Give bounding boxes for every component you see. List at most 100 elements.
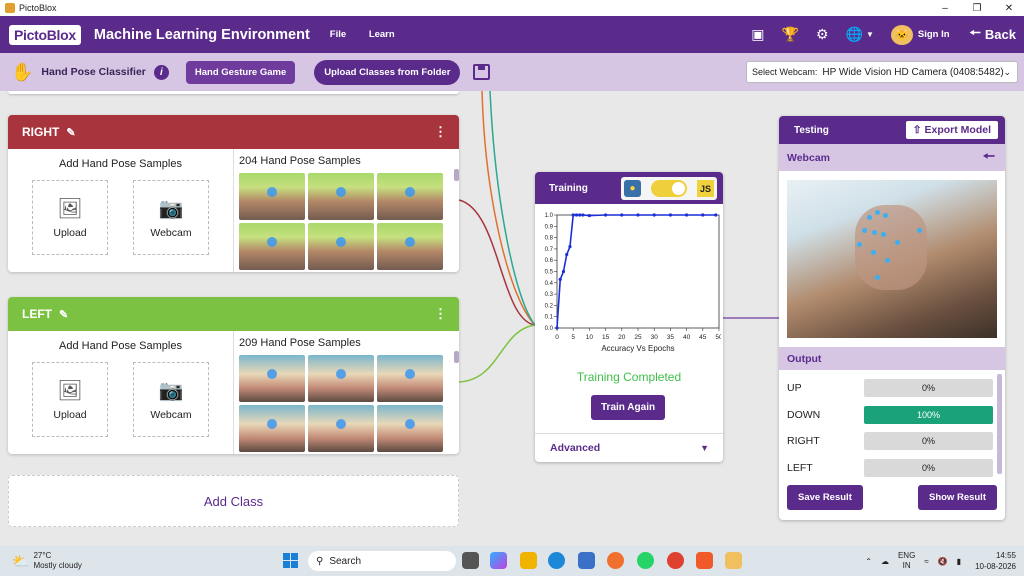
webcam-button[interactable]: 📷 Webcam (133, 362, 209, 437)
upload-label: Upload (53, 409, 87, 421)
class-header: RIGHT ✎ ⋮ (8, 115, 459, 149)
train-again-button[interactable]: Train Again (591, 395, 666, 420)
webcam-label: Webcam (150, 409, 192, 421)
chevron-down-icon: ▼ (700, 443, 709, 453)
edge-icon[interactable] (548, 552, 565, 569)
image-upload-icon: 🖼 (57, 198, 83, 220)
clock[interactable]: 14:55 10-08-2026 (975, 550, 1016, 572)
pictoblox-taskbar-icon[interactable] (725, 552, 742, 569)
y-tick-label: 0.3 (545, 292, 554, 298)
chevron-up-icon[interactable]: ⌃ (865, 557, 872, 566)
x-tick-label: 0 (555, 334, 559, 341)
sample-thumbnail[interactable] (239, 223, 305, 270)
pencil-icon[interactable]: ✎ (66, 126, 75, 139)
testing-title: Testing (794, 124, 829, 136)
y-tick-label: 0.4 (545, 281, 554, 287)
brave-icon[interactable] (696, 552, 713, 569)
sample-thumbnail[interactable] (239, 405, 305, 452)
output-row-up: UP 0% (787, 378, 993, 398)
clock-date: 10-08-2026 (975, 562, 1016, 571)
confidence-value: 0% (921, 463, 935, 473)
accuracy-chart-svg: 0.0 0.1 0.2 0.3 0.4 0.5 0.6 0.7 0.8 0.9 1.0 0 5 10 15 2… (545, 213, 723, 353)
data-point (581, 213, 585, 217)
more-options-icon[interactable]: ⋮ (434, 124, 447, 140)
sample-thumbnail[interactable] (377, 173, 443, 220)
copilot-icon[interactable] (490, 552, 507, 569)
sample-thumbnail[interactable] (308, 223, 374, 270)
sample-thumbnail[interactable] (239, 355, 305, 402)
training-title: Training (549, 182, 588, 194)
sample-thumbnail[interactable] (308, 405, 374, 452)
sample-thumbnail[interactable] (239, 173, 305, 220)
data-point (571, 213, 575, 217)
arrow-left-icon[interactable]: 🠔 (983, 146, 995, 170)
add-class-button[interactable]: Add Class (8, 475, 459, 527)
network-icon[interactable]: ☁ (881, 557, 889, 566)
sample-thumbnail[interactable] (377, 223, 443, 270)
output-scrollbar[interactable] (997, 374, 1002, 474)
sample-thumbnail[interactable] (308, 173, 374, 220)
firefox-icon[interactable] (607, 552, 624, 569)
data-point (574, 213, 579, 217)
y-tick-label: 0.8 (545, 236, 554, 242)
volume-mute-icon[interactable]: 🔇 (938, 557, 948, 566)
toggle-switch[interactable] (651, 180, 687, 197)
data-point (578, 213, 582, 217)
samples-scrollbar[interactable] (454, 351, 459, 363)
upload-button[interactable]: 🖼 Upload (32, 362, 108, 437)
confidence-value: 0% (921, 436, 935, 446)
samples-scrollbar[interactable] (454, 169, 459, 181)
taskbar-search[interactable]: ⚲ Search (308, 551, 456, 571)
sample-thumbnail[interactable] (377, 355, 443, 402)
battery-icon[interactable]: ▮ (957, 557, 961, 566)
x-tick-label: 5 (571, 334, 575, 341)
training-status: Training Completed (576, 370, 682, 384)
export-icon: ⇧ (912, 124, 922, 136)
pencil-icon[interactable]: ✎ (59, 308, 68, 321)
x-axis-label: Accuracy Vs Epochs (601, 344, 674, 353)
data-point (587, 213, 591, 218)
x-tick-label: 40 (683, 334, 691, 341)
language-indicator[interactable]: ENG IN (898, 551, 915, 571)
hand-region (855, 205, 927, 290)
data-point (714, 213, 718, 217)
weather-temp: 27°C (33, 551, 52, 560)
class-card-left: LEFT ✎ ⋮ Add Hand Pose Samples 🖼 Upload … (8, 297, 459, 454)
confidence-bar: 0% (864, 459, 993, 477)
image-upload-icon: 🖼 (57, 380, 83, 402)
show-result-button[interactable]: Show Result (917, 485, 997, 510)
lang-code: ENG (897, 551, 916, 560)
webcam-button[interactable]: 📷 Webcam (133, 180, 209, 255)
weather-widget[interactable]: ⛅ 27°C Mostly cloudy (12, 551, 82, 571)
more-options-icon[interactable]: ⋮ (434, 306, 447, 322)
x-tick-label: 45 (699, 334, 707, 341)
whatsapp-icon[interactable] (637, 552, 654, 569)
webcam-section-header: Webcam 🠔 (779, 144, 1005, 171)
store-icon[interactable] (578, 552, 595, 569)
save-result-button[interactable]: Save Result (787, 485, 863, 510)
x-tick-label: 35 (667, 334, 675, 341)
data-point (668, 213, 672, 217)
windows-start-icon[interactable] (283, 553, 298, 568)
task-view-icon[interactable] (462, 552, 479, 569)
language-toggle[interactable]: ● JS (621, 177, 717, 200)
chrome-icon[interactable] (667, 552, 684, 569)
output-row-left: LEFT 0% (787, 458, 993, 478)
class-name[interactable]: RIGHT (22, 125, 59, 139)
camera-icon: 📷 (158, 380, 184, 402)
wifi-icon[interactable]: ≈ (924, 557, 928, 566)
training-panel: Training ● JS 0.0 0.1 0.2 0.3 0.4 0.5 0.6 0.7 0.… (535, 172, 723, 462)
confidence-bar: 100% (864, 406, 993, 424)
data-point (620, 213, 624, 217)
confidence-value: 100% (916, 410, 941, 420)
sample-thumbnail[interactable] (377, 405, 443, 452)
sample-thumbnail[interactable] (308, 355, 374, 402)
export-model-button[interactable]: ⇧ Export Model (905, 121, 998, 139)
advanced-toggle[interactable]: Advanced ▼ (535, 433, 723, 462)
webcam-preview (787, 180, 997, 338)
add-samples-label: Add Hand Pose Samples (59, 158, 182, 170)
class-name[interactable]: LEFT (22, 307, 52, 321)
upload-button[interactable]: 🖼 Upload (32, 180, 108, 255)
file-explorer-icon[interactable] (520, 552, 537, 569)
data-point (565, 252, 569, 257)
